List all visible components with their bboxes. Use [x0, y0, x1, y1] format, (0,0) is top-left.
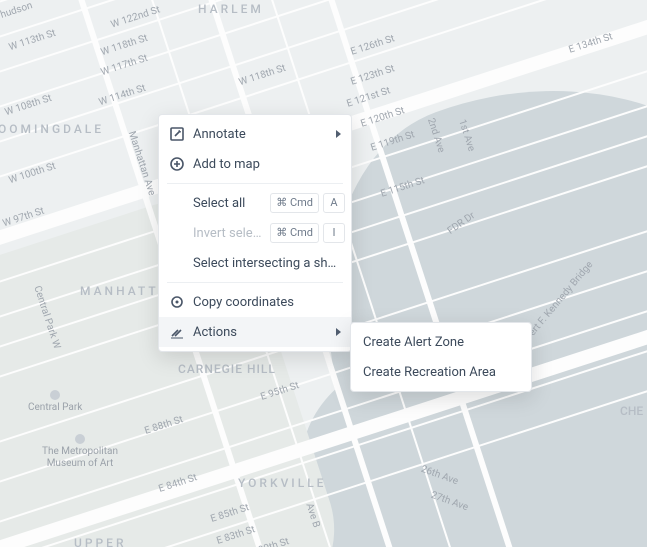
- key-letter: A: [323, 193, 345, 213]
- keyboard-shortcut: ⌘ Cmd A: [270, 193, 345, 213]
- street-label: hudson: [0, 0, 34, 21]
- chevron-right-icon: [336, 130, 341, 138]
- submenu-item-create-recreation-area[interactable]: Create Recreation Area: [351, 357, 531, 387]
- actions-submenu: Create Alert Zone Create Recreation Area: [350, 322, 532, 392]
- menu-item-label: Actions: [193, 325, 328, 340]
- target-icon: [169, 294, 185, 310]
- menu-item-select-intersecting[interactable]: Select intersecting a shape…: [159, 248, 351, 278]
- actions-icon: [169, 324, 185, 340]
- key-cmd: ⌘ Cmd: [270, 223, 319, 243]
- context-menu: Annotate Add to map Select all ⌘ Cmd A I…: [158, 114, 352, 352]
- menu-separator: [167, 282, 343, 283]
- keyboard-shortcut: ⌘ Cmd I: [270, 223, 345, 243]
- area-label-che: Che: [620, 404, 643, 418]
- menu-item-actions[interactable]: Actions: [159, 317, 351, 347]
- submenu-item-create-alert-zone[interactable]: Create Alert Zone: [351, 327, 531, 357]
- menu-item-annotate[interactable]: Annotate: [159, 119, 351, 149]
- menu-item-label: Invert selection: [193, 226, 262, 241]
- map-pin-icon: [75, 434, 85, 444]
- area-label-bloomingdale: OOMINGDALE: [0, 122, 104, 136]
- poi-met: The Metropolitan Museum of Art: [42, 446, 118, 470]
- area-label-yorkville: YORKVILLE: [238, 476, 326, 490]
- menu-item-label: Select all: [193, 196, 262, 211]
- area-label-carnegie: CARNEGIE HILL: [178, 362, 276, 376]
- menu-item-add-to-map[interactable]: Add to map: [159, 149, 351, 179]
- key-cmd: ⌘ Cmd: [270, 193, 319, 213]
- menu-item-copy-coordinates[interactable]: Copy coordinates: [159, 287, 351, 317]
- area-label-upper: UPPER: [74, 536, 127, 547]
- menu-item-label: Select intersecting a shape…: [193, 256, 341, 271]
- menu-item-select-all[interactable]: Select all ⌘ Cmd A: [159, 188, 351, 218]
- menu-separator: [167, 183, 343, 184]
- menu-item-label: Create Recreation Area: [361, 365, 521, 380]
- menu-item-label: Copy coordinates: [193, 295, 341, 310]
- poi-label: Central Park: [28, 402, 82, 413]
- plus-circle-icon: [169, 156, 185, 172]
- menu-item-invert-selection[interactable]: Invert selection ⌘ Cmd I: [159, 218, 351, 248]
- map-pin-icon: [50, 390, 60, 400]
- key-letter: I: [323, 223, 345, 243]
- area-label-harlem: HARLEM: [198, 2, 264, 16]
- menu-item-label: Add to map: [193, 157, 341, 172]
- poi-label: The Metropolitan Museum of Art: [42, 446, 118, 470]
- chevron-right-icon: [336, 328, 341, 336]
- poi-central-park: Central Park: [28, 402, 82, 414]
- menu-item-label: Annotate: [193, 127, 328, 142]
- menu-item-label: Create Alert Zone: [361, 335, 521, 350]
- edit-square-icon: [169, 126, 185, 142]
- street-label: W 114th St: [97, 83, 147, 109]
